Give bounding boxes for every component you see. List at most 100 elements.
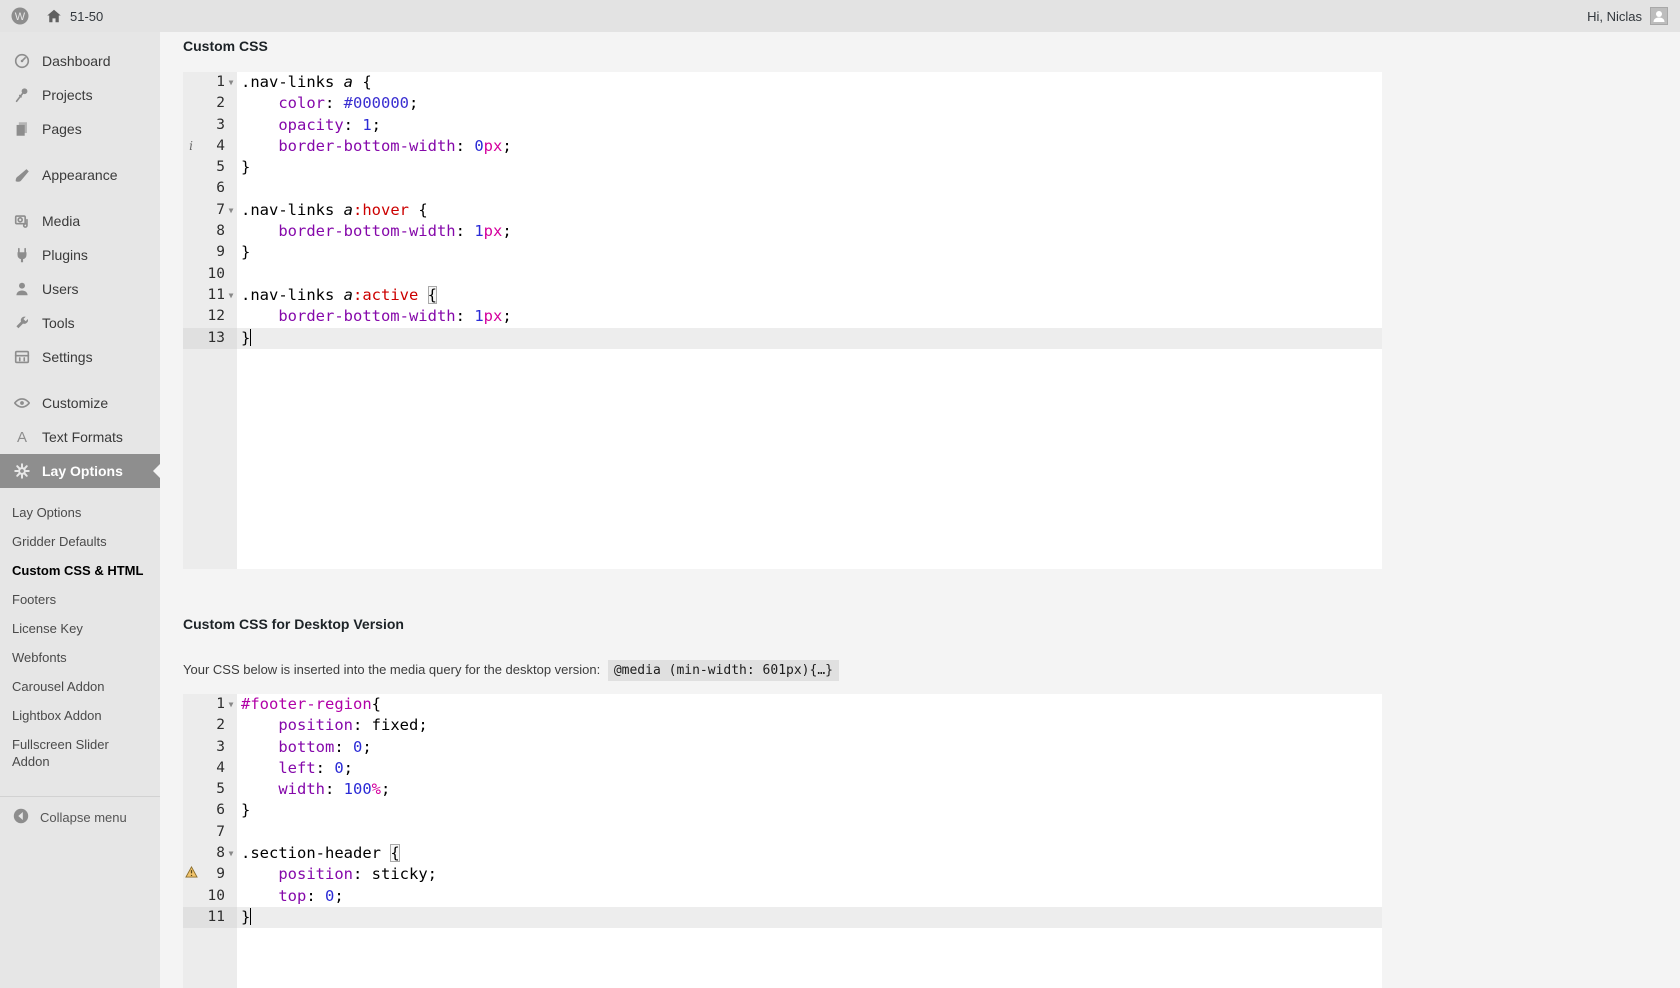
code-text[interactable]: } xyxy=(237,800,250,821)
fold-arrow-icon[interactable]: ▼ xyxy=(225,285,237,306)
fold-arrow-icon[interactable]: ▼ xyxy=(225,200,237,221)
collapse-menu-button[interactable]: Collapse menu xyxy=(0,796,160,838)
sidebar-item-text-formats[interactable]: A Text Formats xyxy=(0,420,160,454)
code-text[interactable]: } xyxy=(237,242,250,263)
code-line[interactable]: i4 border-bottom-width: 0px; xyxy=(183,136,1382,157)
submenu-item-footers[interactable]: Footers xyxy=(0,585,160,614)
code-text[interactable]: left: 0; xyxy=(237,758,353,779)
fold-arrow-icon[interactable]: ▼ xyxy=(225,72,237,93)
sidebar-item-customize[interactable]: Customize xyxy=(0,386,160,420)
code-text[interactable]: bottom: 0; xyxy=(237,737,372,758)
code-text[interactable]: .nav-links a:active { xyxy=(237,285,437,306)
code-text[interactable] xyxy=(237,178,241,199)
gutter: 9 xyxy=(183,242,237,263)
code-line[interactable]: 9} xyxy=(183,242,1382,263)
fold-arrow-icon[interactable]: ▼ xyxy=(225,843,237,864)
code-line[interactable]: 11} xyxy=(183,907,1382,928)
code-text[interactable]: .nav-links a:hover { xyxy=(237,200,428,221)
text-formats-icon: A xyxy=(12,427,32,447)
code-line[interactable]: 2 position: fixed; xyxy=(183,715,1382,736)
admin-sidebar: Dashboard Projects Pages Appearance MediaPlu… xyxy=(0,32,160,988)
submenu-item-webfonts[interactable]: Webfonts xyxy=(0,643,160,672)
sidebar-item-media[interactable]: Media xyxy=(0,204,160,238)
code-line[interactable]: 2 color: #000000; xyxy=(183,93,1382,114)
code-text[interactable]: #footer-region{ xyxy=(237,694,381,715)
sidebar-item-appearance[interactable]: Appearance xyxy=(0,158,160,192)
code-line[interactable]: 12 border-bottom-width: 1px; xyxy=(183,306,1382,327)
sidebar-item-label: Appearance xyxy=(42,167,118,183)
code-line[interactable]: 7▼.nav-links a:hover { xyxy=(183,200,1382,221)
code-line[interactable]: 9 position: sticky; xyxy=(183,864,1382,885)
code-text[interactable]: } xyxy=(237,328,251,349)
code-text[interactable]: border-bottom-width: 1px; xyxy=(237,221,512,242)
code-line[interactable]: 3 bottom: 0; xyxy=(183,737,1382,758)
submenu-item-gridder-defaults[interactable]: Gridder Defaults xyxy=(0,527,160,556)
code-text[interactable]: .section-header { xyxy=(237,843,400,864)
sidebar-item-plugins[interactable]: Plugins xyxy=(0,238,160,272)
code-text[interactable]: width: 100%; xyxy=(237,779,390,800)
sidebar-item-label: Tools xyxy=(42,315,75,331)
code-text[interactable]: .nav-links a { xyxy=(237,72,372,93)
code-text[interactable]: } xyxy=(237,907,251,928)
code-line[interactable]: 4 left: 0; xyxy=(183,758,1382,779)
code-line[interactable]: 6 xyxy=(183,178,1382,199)
submenu-item-lightbox-addon[interactable]: Lightbox Addon xyxy=(0,701,160,730)
code-line[interactable]: 10 top: 0; xyxy=(183,886,1382,907)
fold-arrow-icon[interactable]: ▼ xyxy=(225,694,237,715)
text-cursor xyxy=(250,908,251,925)
custom-css-desktop-editor[interactable]: 1▼#footer-region{2 position: fixed;3 bot… xyxy=(183,694,1382,988)
code-text[interactable]: opacity: 1; xyxy=(237,115,381,136)
site-menu[interactable]: 51-50 xyxy=(44,6,103,26)
sidebar-item-projects[interactable]: Projects xyxy=(0,78,160,112)
code-text[interactable]: position: sticky; xyxy=(237,864,437,885)
code-line[interactable]: 8 border-bottom-width: 1px; xyxy=(183,221,1382,242)
code-text[interactable]: } xyxy=(237,157,250,178)
gutter: 3 xyxy=(183,737,237,758)
user-greeting[interactable]: Hi, Niclas xyxy=(1587,9,1642,24)
code-line[interactable]: 8▼.section-header { xyxy=(183,843,1382,864)
code-text[interactable]: border-bottom-width: 0px; xyxy=(237,136,512,157)
avatar[interactable] xyxy=(1650,7,1668,25)
code-line[interactable]: 5 width: 100%; xyxy=(183,779,1382,800)
code-line[interactable]: 6} xyxy=(183,800,1382,821)
sidebar-item-lay-options[interactable]: Lay Options xyxy=(0,454,160,488)
gutter: 11 xyxy=(183,907,237,928)
code-line[interactable]: 7 xyxy=(183,822,1382,843)
admin-bar: W 51-50 Hi, Niclas xyxy=(0,0,1680,32)
gutter: 7 xyxy=(183,822,237,843)
sidebar-item-pages[interactable]: Pages xyxy=(0,112,160,146)
sidebar-item-label: Projects xyxy=(42,87,93,103)
lint-warning-icon xyxy=(183,864,199,885)
code-text[interactable]: border-bottom-width: 1px; xyxy=(237,306,512,327)
sidebar-item-users[interactable]: Users xyxy=(0,272,160,306)
submenu-item-custom-css-html[interactable]: Custom CSS & HTML xyxy=(0,556,160,585)
code-line[interactable]: 13} xyxy=(183,328,1382,349)
code-text[interactable]: color: #000000; xyxy=(237,93,418,114)
sidebar-item-dashboard[interactable]: Dashboard xyxy=(0,44,160,78)
code-text[interactable]: top: 0; xyxy=(237,886,344,907)
wordpress-logo-icon[interactable]: W xyxy=(10,6,30,26)
sidebar-item-label: Users xyxy=(42,281,79,297)
code-line[interactable]: 1▼#footer-region{ xyxy=(183,694,1382,715)
code-line[interactable]: 5} xyxy=(183,157,1382,178)
gutter: 12 xyxy=(183,306,237,327)
code-line[interactable]: 10 xyxy=(183,264,1382,285)
code-line[interactable]: 3 opacity: 1; xyxy=(183,115,1382,136)
code-text[interactable] xyxy=(237,822,241,843)
sidebar-item-label: Text Formats xyxy=(42,429,123,445)
code-line[interactable]: 11▼.nav-links a:active { xyxy=(183,285,1382,306)
submenu-item-fullscreen-slider-addon[interactable]: Fullscreen Slider Addon xyxy=(0,730,160,776)
sidebar-item-tools[interactable]: Tools xyxy=(0,306,160,340)
code-line[interactable]: 1▼.nav-links a { xyxy=(183,72,1382,93)
submenu-item-carousel-addon[interactable]: Carousel Addon xyxy=(0,672,160,701)
custom-css-editor[interactable]: 1▼.nav-links a {2 color: #000000;3 opaci… xyxy=(183,72,1382,569)
sidebar-item-settings[interactable]: Settings xyxy=(0,340,160,374)
code-text[interactable] xyxy=(237,264,241,285)
collapse-arrow-icon xyxy=(12,807,30,828)
submenu-item-lay-options[interactable]: Lay Options xyxy=(0,498,160,527)
gutter: 13 xyxy=(183,328,237,349)
submenu-item-license-key[interactable]: License Key xyxy=(0,614,160,643)
line-number: 6 xyxy=(199,800,225,821)
code-text[interactable]: position: fixed; xyxy=(237,715,428,736)
svg-text:W: W xyxy=(15,11,26,23)
